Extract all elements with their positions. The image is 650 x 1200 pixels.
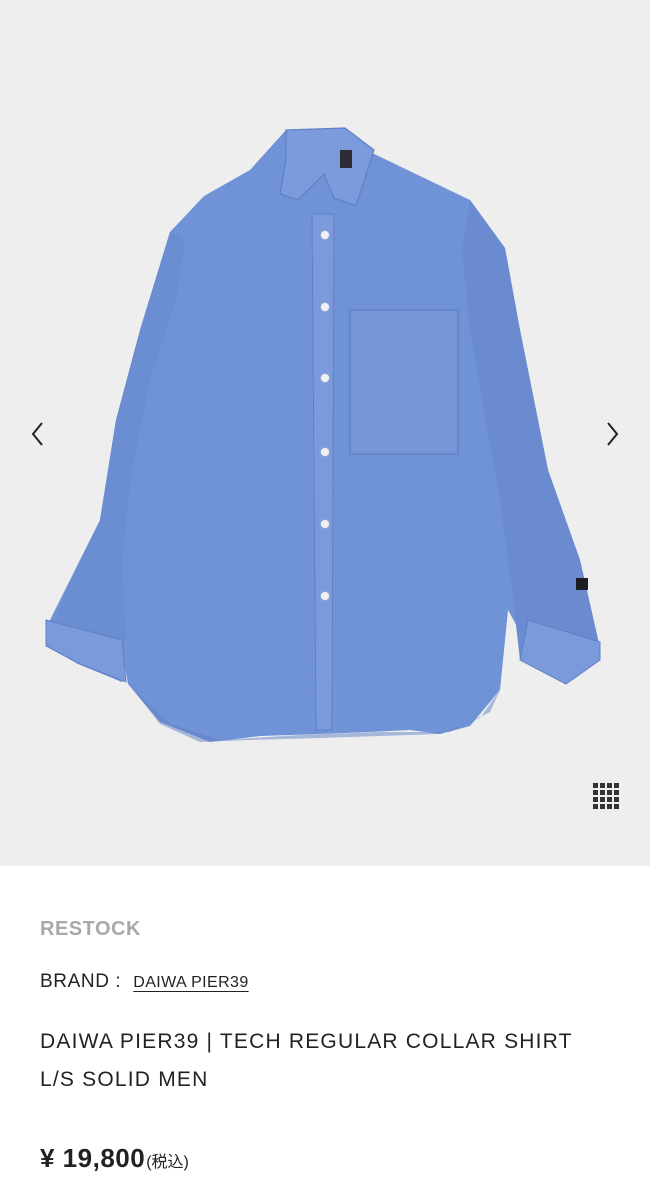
product-info: RESTOCK BRAND : DAIWA PIER39 DAIWA PIER3… [0, 918, 650, 1174]
next-image-button[interactable] [590, 412, 634, 456]
price-row: ¥ 19,800 (税込) [40, 1143, 610, 1174]
product-image-gallery [0, 0, 650, 866]
chevron-left-icon [31, 422, 43, 446]
brand-row: BRAND : DAIWA PIER39 [40, 971, 610, 993]
brand-link[interactable]: DAIWA PIER39 [133, 974, 248, 992]
restock-badge: RESTOCK [40, 918, 141, 940]
grid-icon [593, 783, 619, 809]
previous-image-button[interactable] [16, 412, 60, 456]
tax-note: (税込) [146, 1154, 189, 1171]
chevron-right-icon [607, 422, 619, 446]
brand-label: BRAND : [40, 971, 122, 992]
product-image [45, 127, 601, 742]
product-title: DAIWA PIER39 | TECH REGULAR COLLAR SHIRT… [40, 1030, 573, 1091]
price: ¥ 19,800 [40, 1143, 146, 1173]
image-grid-button[interactable] [586, 776, 626, 816]
